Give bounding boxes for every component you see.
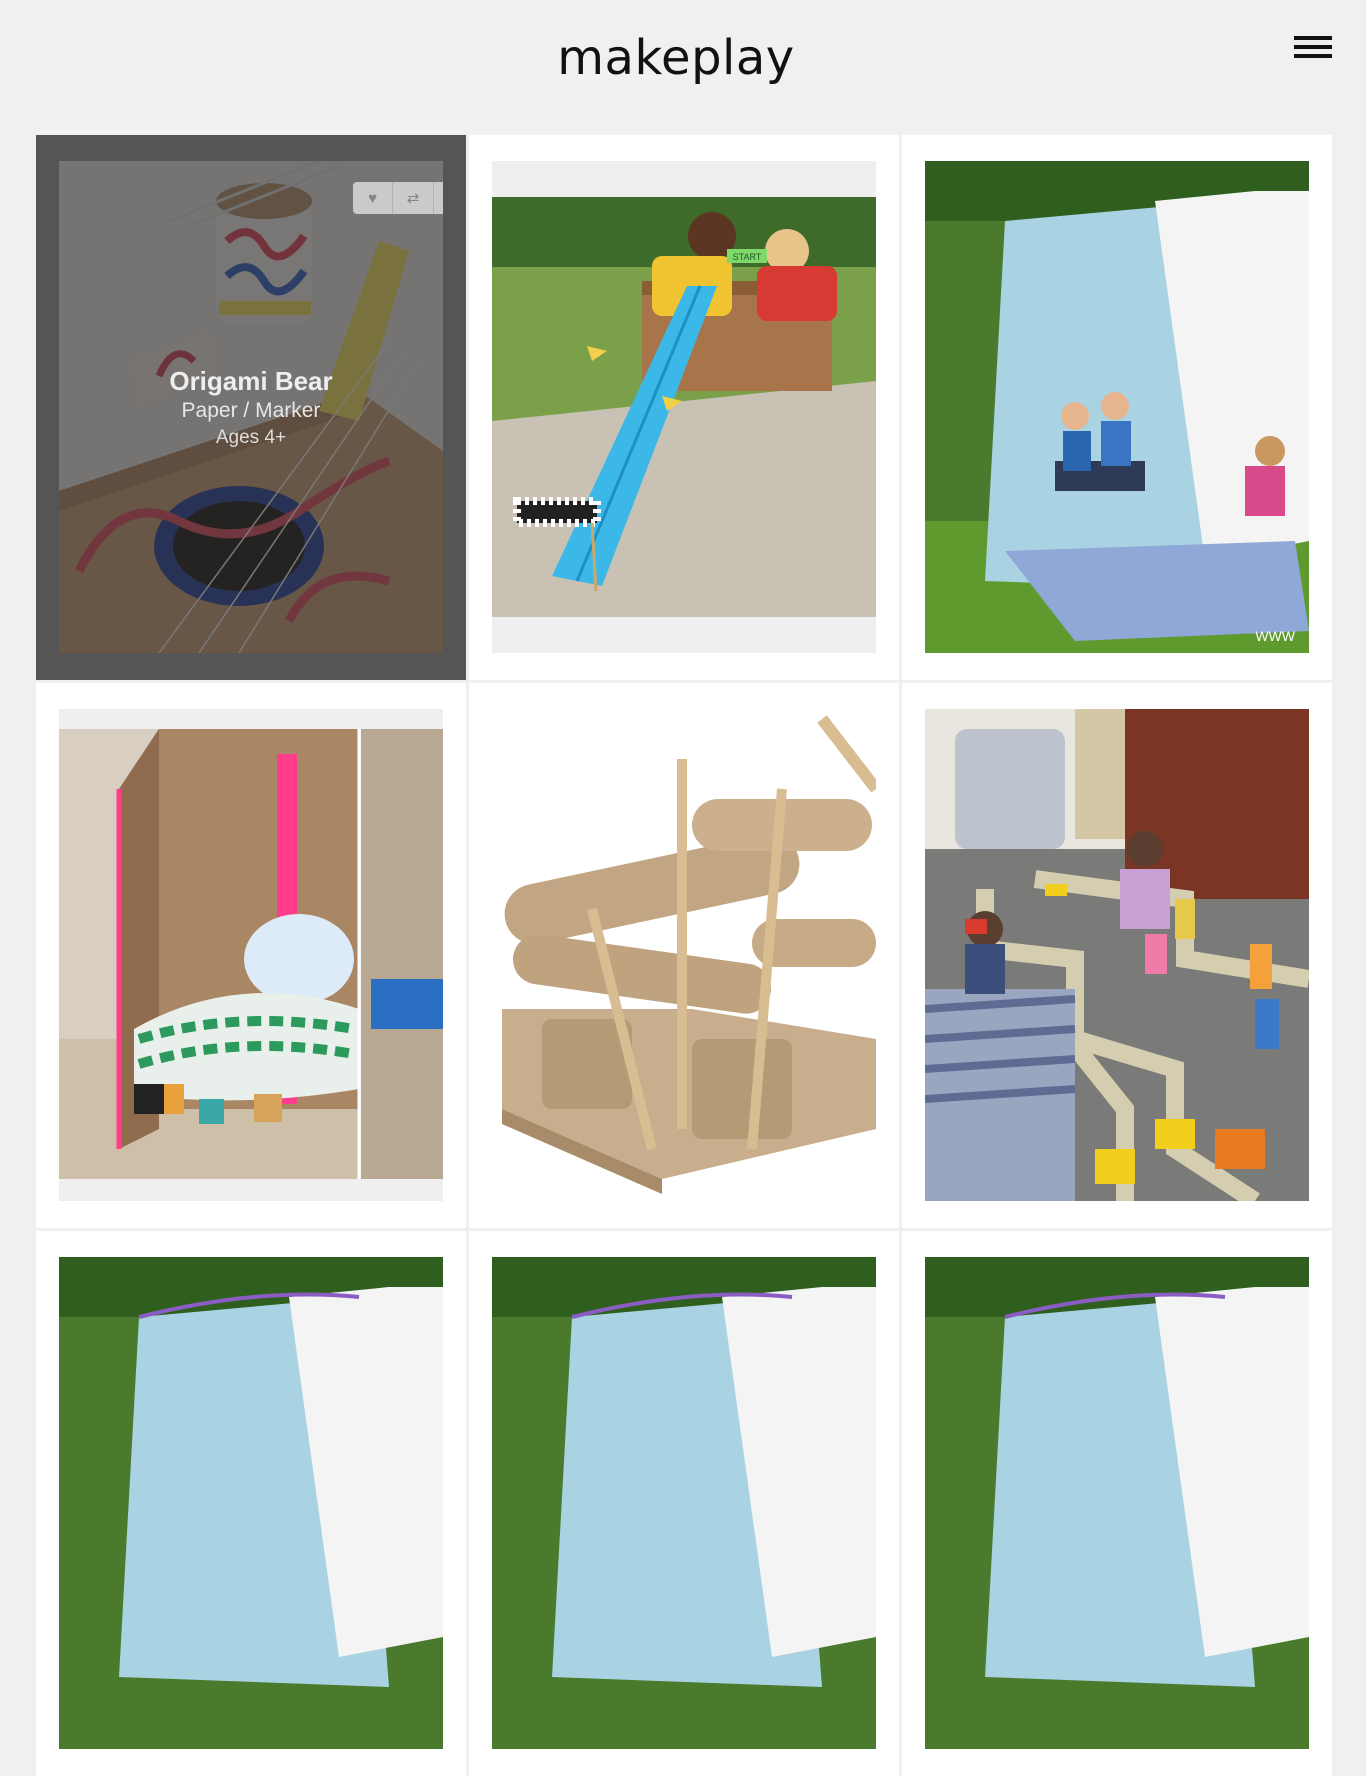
hula-hoop-tent-photo[interactable]: [925, 1257, 1309, 1749]
photo-watermark: WWW: [1255, 628, 1295, 644]
activity-grid: Origami Bear Paper / Marker Ages 4+ ♥ ⇄ …: [36, 135, 1332, 1776]
activity-card[interactable]: WWW: [902, 135, 1332, 680]
cardboard-box-house-photo[interactable]: [59, 709, 443, 1201]
cardboard-tube-marble-run-photo[interactable]: [492, 709, 876, 1201]
heart-icon[interactable]: ♥: [353, 182, 394, 214]
activity-card[interactable]: Origami Bear Paper / Marker Ages 4+ ♥ ⇄ …: [36, 135, 466, 680]
activity-materials: Paper / Marker: [181, 398, 321, 422]
site-header: makeplay: [0, 0, 1366, 135]
site-logo[interactable]: makeplay: [0, 30, 1352, 86]
foam-noodle-race-track-photo[interactable]: START: [492, 161, 876, 653]
card-actions: ♥ ⇄ ↗: [353, 182, 443, 214]
activity-card[interactable]: [902, 683, 1332, 1228]
tape-road-playmat-photo[interactable]: [925, 709, 1309, 1201]
activity-card[interactable]: [902, 1231, 1332, 1776]
start-sign-text: START: [733, 252, 762, 262]
activity-card[interactable]: [36, 1231, 466, 1776]
hula-hoop-tent-photo[interactable]: [59, 1257, 443, 1749]
activity-card[interactable]: [36, 683, 466, 1228]
hula-hoop-tent-photo[interactable]: [492, 1257, 876, 1749]
share-icon[interactable]: ↗: [434, 182, 443, 214]
menu-bar: [1294, 54, 1332, 58]
cardboard-guitar-photo[interactable]: Origami Bear Paper / Marker Ages 4+ ♥ ⇄ …: [59, 161, 443, 653]
menu-bar: [1294, 36, 1332, 40]
activity-ages: Ages 4+: [215, 426, 287, 448]
activity-title: Origami Bear: [169, 365, 333, 396]
card-hover-overlay: Origami Bear Paper / Marker Ages 4+: [59, 161, 443, 653]
hula-hoop-tent-photo[interactable]: WWW: [925, 161, 1309, 653]
activity-card[interactable]: START: [469, 135, 899, 680]
repost-icon[interactable]: ⇄: [393, 182, 434, 214]
hamburger-menu-icon[interactable]: [1294, 36, 1332, 60]
menu-bar: [1294, 45, 1332, 49]
activity-card[interactable]: [469, 683, 899, 1228]
activity-card[interactable]: [469, 1231, 899, 1776]
